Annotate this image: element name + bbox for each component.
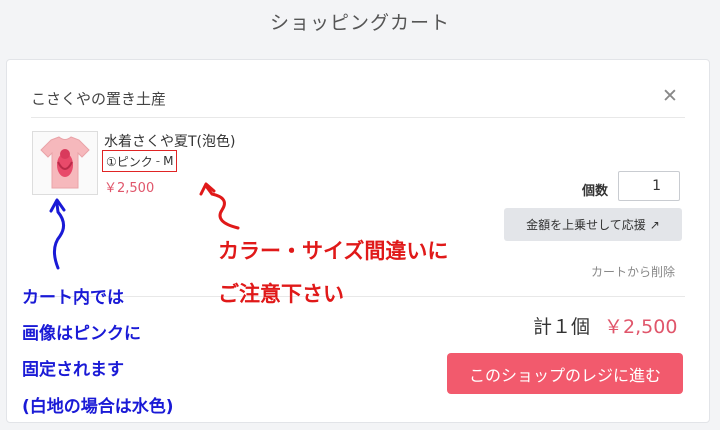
variant-label: ①ピンク - M bbox=[102, 150, 178, 172]
item-title[interactable]: 水着さくや夏T(泡色) bbox=[104, 131, 235, 151]
annotation-blue-line4: (白地の場合は水色) bbox=[22, 397, 174, 417]
external-arrow-icon: ↗ bbox=[649, 217, 660, 232]
variant-color: ①ピンク bbox=[106, 154, 153, 169]
boost-button[interactable]: 金額を上乗せして応援 ↗ bbox=[504, 208, 682, 241]
boost-button-label: 金額を上乗せして応援 bbox=[526, 218, 646, 232]
divider bbox=[31, 296, 685, 297]
divider bbox=[31, 117, 685, 118]
annotation-blue-line1: カート内では bbox=[22, 288, 124, 308]
page-title: ショッピングカート bbox=[269, 12, 450, 34]
variant-separator: - bbox=[155, 154, 161, 168]
close-icon[interactable]: ✕ bbox=[662, 87, 678, 106]
pink-tshirt-image[interactable] bbox=[32, 131, 98, 195]
quantity-label: 個数 bbox=[582, 184, 609, 199]
annotation-red-line1: カラー・サイズ間違いに bbox=[218, 239, 449, 263]
total-label: 計１個 bbox=[533, 316, 591, 338]
quantity-input[interactable] bbox=[618, 171, 680, 201]
variant-size: M bbox=[163, 154, 174, 168]
tshirt-icon bbox=[40, 136, 90, 189]
annotation-blue-line3: 固定されます bbox=[22, 360, 124, 380]
checkout-button[interactable]: このショップのレジに進む bbox=[447, 353, 683, 394]
annotation-blue-line2: 画像はピンクに bbox=[22, 324, 141, 344]
annotation-red-line2: ご注意下さい bbox=[218, 282, 344, 306]
shop-name[interactable]: こさくやの置き土産 bbox=[31, 88, 166, 109]
item-price: ￥2,500 bbox=[104, 181, 155, 196]
total-price: ￥2,500 bbox=[604, 316, 678, 338]
total-row: 計１個 ￥2,500 bbox=[533, 312, 677, 339]
delete-link[interactable]: カートから削除 bbox=[591, 263, 675, 280]
